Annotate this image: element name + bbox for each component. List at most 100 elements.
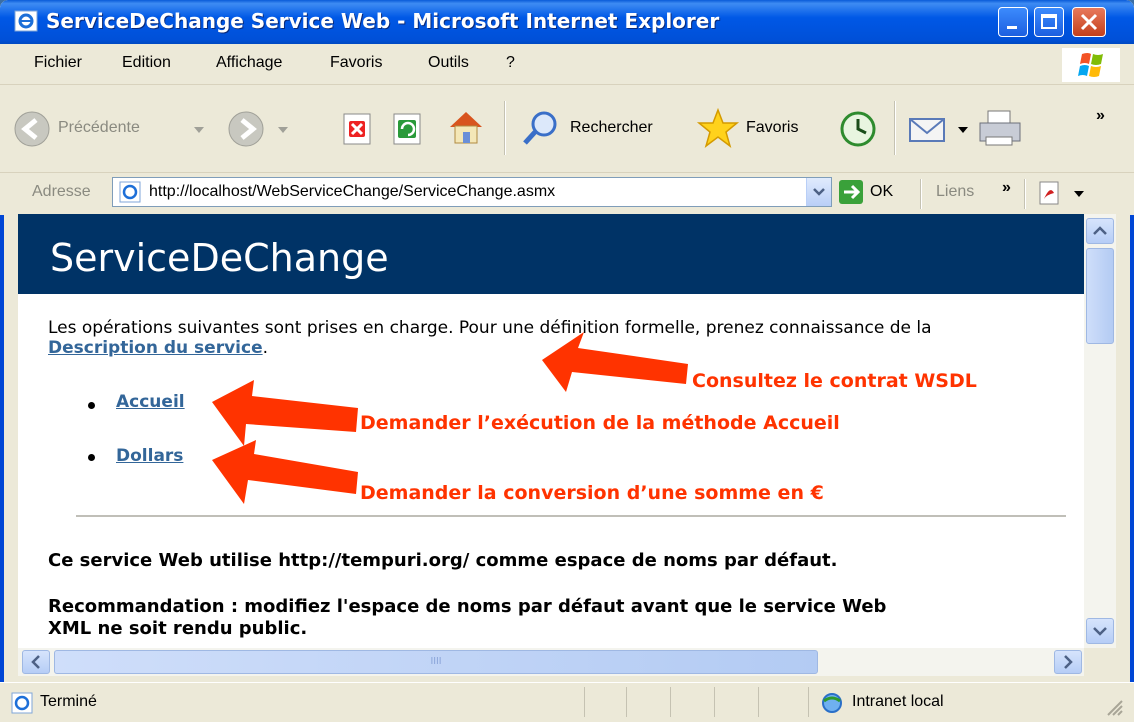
annotation-arrow-dollars — [212, 440, 358, 504]
recommendation-line-2: XML ne soit rendu public. — [48, 618, 308, 639]
address-input[interactable]: http://localhost/WebServiceChange/Servic… — [112, 177, 832, 207]
print-icon[interactable] — [976, 107, 1024, 151]
page-icon — [119, 181, 141, 203]
status-pane — [714, 687, 715, 717]
menu-outils[interactable]: Outils — [428, 54, 469, 72]
links-label[interactable]: Liens — [936, 183, 974, 201]
windows-logo-icon — [1062, 48, 1120, 82]
namespace-paragraph: Ce service Web utilise http://tempuri.or… — [48, 550, 838, 571]
minimize-icon — [1007, 26, 1017, 29]
title-bar[interactable]: ServiceDeChange Service Web - Microsoft … — [0, 0, 1134, 44]
horizontal-rule — [76, 515, 1066, 517]
scroll-left-button[interactable] — [22, 650, 50, 674]
status-pane — [758, 687, 759, 717]
list-bullet — [88, 454, 95, 461]
minimize-button[interactable] — [998, 7, 1028, 37]
status-bar: Terminé Intranet local — [0, 682, 1134, 722]
resize-grip-icon[interactable] — [1104, 697, 1124, 717]
annotation-arrow-wsdl — [542, 332, 688, 392]
chevron-left-icon — [31, 655, 40, 669]
horizontal-scrollbar[interactable]: IIII — [18, 648, 1084, 676]
standard-toolbar: Précédente Rechercher Favoris » — [0, 84, 1134, 173]
close-icon — [1080, 13, 1098, 31]
favorites-star-icon — [696, 107, 740, 148]
toolbar-separator — [894, 101, 896, 155]
pdf-dropdown-icon[interactable] — [1074, 191, 1084, 199]
home-icon[interactable] — [446, 107, 486, 147]
maximize-icon — [1041, 14, 1057, 29]
menu-bar: Fichier Edition Affichage Favoris Outils… — [0, 44, 1134, 85]
stop-icon[interactable] — [340, 111, 376, 147]
close-button[interactable] — [1072, 7, 1106, 37]
history-icon[interactable] — [836, 107, 880, 151]
internet-explorer-icon — [14, 10, 38, 32]
list-bullet — [88, 402, 95, 409]
annotation-accueil: Demander l’exécution de la méthode Accue… — [360, 412, 840, 434]
toolbar-more-chevron[interactable]: » — [1096, 107, 1105, 125]
chevron-right-icon — [1064, 655, 1073, 669]
forward-arrow-icon — [228, 111, 264, 147]
service-description-link[interactable]: Description du service — [48, 338, 263, 358]
scroll-down-button[interactable] — [1086, 618, 1114, 644]
status-pane — [626, 687, 627, 717]
vertical-scrollbar[interactable] — [1084, 214, 1116, 648]
links-chevron[interactable]: » — [1002, 179, 1011, 197]
scroll-corner — [1084, 648, 1116, 676]
back-button[interactable]: Précédente — [8, 105, 208, 153]
back-arrow-icon — [14, 111, 50, 147]
favorites-label: Favoris — [746, 119, 799, 136]
address-dropdown[interactable] — [806, 178, 831, 206]
chevron-down-icon — [1093, 627, 1107, 636]
search-label: Rechercher — [570, 119, 653, 136]
chevron-up-icon — [1093, 226, 1107, 235]
status-pane — [808, 687, 809, 717]
menu-help[interactable]: ? — [506, 54, 515, 72]
browser-window: ServiceDeChange Service Web - Microsoft … — [0, 0, 1134, 722]
back-dropdown-icon — [194, 127, 204, 133]
search-icon — [523, 111, 557, 145]
horizontal-scroll-thumb[interactable]: IIII — [54, 650, 818, 674]
address-separator — [920, 179, 922, 209]
scroll-grip: IIII — [430, 656, 442, 667]
favorites-button[interactable]: Favoris — [696, 105, 826, 153]
menu-favoris[interactable]: Favoris — [330, 54, 382, 72]
intranet-zone-icon — [822, 693, 842, 713]
go-button[interactable]: OK — [838, 179, 908, 209]
annotation-wsdl: Consultez le contrat WSDL — [692, 370, 977, 392]
address-label: Adresse — [32, 183, 91, 200]
scroll-right-button[interactable] — [1054, 650, 1082, 674]
status-text: Terminé — [40, 693, 97, 710]
address-bar: Adresse http://localhost/WebServiceChang… — [0, 172, 1134, 215]
page-done-icon — [11, 692, 33, 714]
window-title: ServiceDeChange Service Web - Microsoft … — [46, 9, 720, 33]
status-pane — [670, 687, 671, 717]
back-label: Précédente — [58, 119, 140, 136]
operation-link-dollars[interactable]: Dollars — [116, 446, 183, 466]
intro-period: . — [262, 338, 269, 358]
menu-edition[interactable]: Edition — [122, 54, 171, 72]
vertical-scroll-thumb[interactable] — [1086, 248, 1114, 344]
address-separator — [1024, 179, 1026, 209]
scroll-up-button[interactable] — [1086, 218, 1114, 244]
page-header-band: ServiceDeChange — [18, 214, 1084, 294]
menu-affichage[interactable]: Affichage — [216, 54, 282, 72]
mail-button[interactable] — [906, 105, 972, 153]
refresh-icon[interactable] — [390, 111, 426, 147]
mail-icon — [909, 118, 945, 142]
intro-paragraph: Les opérations suivantes sont prises en … — [48, 318, 1008, 358]
pdf-icon[interactable] — [1036, 179, 1066, 209]
menu-fichier[interactable]: Fichier — [34, 54, 82, 72]
annotation-dollars: Demander la conversion d’une somme en € — [360, 482, 824, 504]
mail-dropdown-icon — [958, 127, 968, 133]
operation-link-accueil[interactable]: Accueil — [116, 392, 185, 412]
page-title: ServiceDeChange — [50, 236, 389, 280]
chevron-down-icon — [813, 188, 825, 196]
intro-text: Les opérations suivantes sont prises en … — [48, 318, 932, 338]
address-url: http://localhost/WebServiceChange/Servic… — [149, 183, 556, 200]
page-content: ServiceDeChange Les opérations suivantes… — [18, 214, 1084, 648]
recommendation-line-1: Recommandation : modifiez l'espace de no… — [48, 596, 887, 617]
search-button[interactable]: Rechercher — [520, 105, 690, 153]
go-arrow-icon — [839, 180, 863, 204]
forward-button[interactable] — [222, 105, 302, 153]
maximize-button[interactable] — [1034, 7, 1064, 37]
